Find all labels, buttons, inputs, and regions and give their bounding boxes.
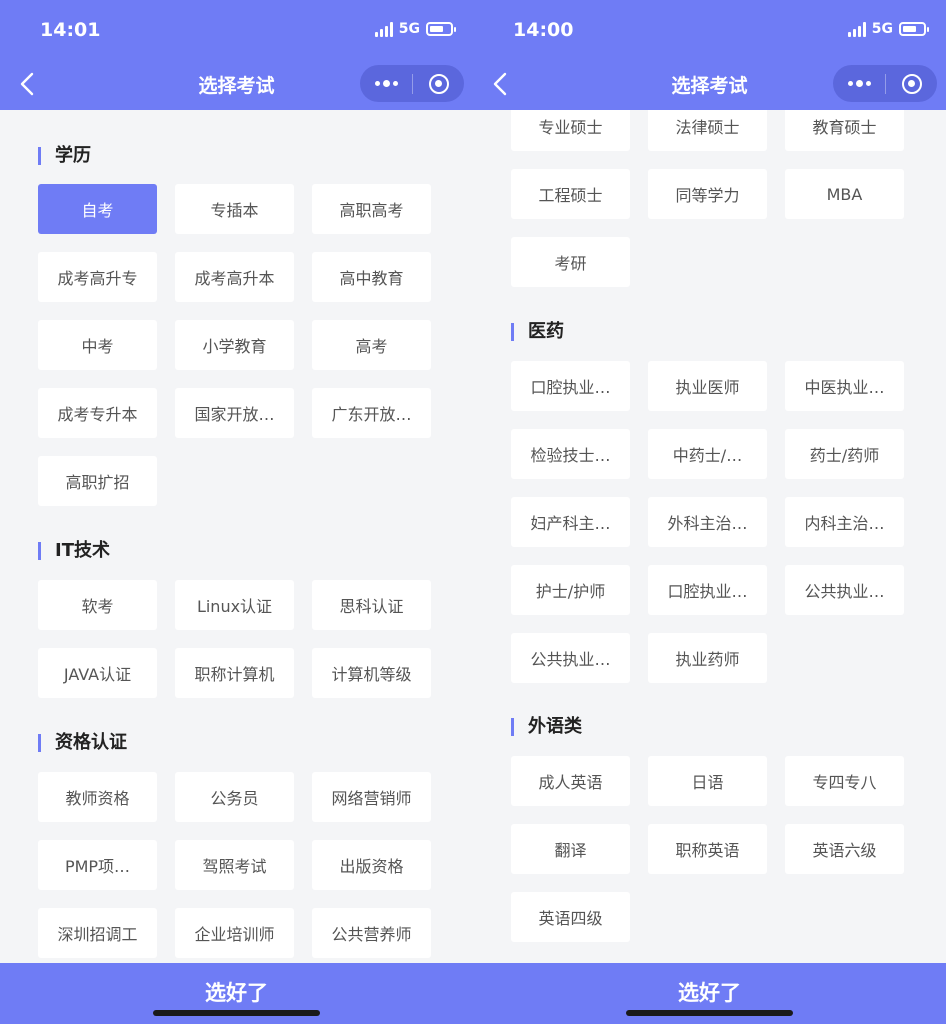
exam-option[interactable]: 企业培训师 — [175, 908, 294, 958]
exam-option[interactable]: 出版资格 — [312, 840, 431, 890]
right-screen: 专业硕士 法律硕士 教育硕士 工程硕士 同等学力 MBA 考研 医药 口腔执业… 执业医师 中医执业… — [473, 0, 946, 1024]
submit-bar[interactable]: 选好了 — [473, 963, 946, 1024]
exam-option[interactable]: 中医执业… — [785, 361, 904, 411]
exam-option[interactable]: 口腔执业… — [648, 565, 767, 615]
left-screen: 14:01 5G 选择考试 学历自考 专插本 高职高考成考高升专 成考高升本 高中教育中… — [0, 0, 473, 1024]
exam-option[interactable]: 口腔执业… — [511, 361, 630, 411]
status-indicators: 5G — [374, 21, 456, 37]
exam-option[interactable]: 职称计算机 — [175, 648, 294, 698]
exam-option[interactable]: 妇产科主… — [511, 497, 630, 547]
status-time: 14:01 — [40, 19, 101, 41]
signal-icon — [847, 21, 866, 37]
exam-option[interactable]: 日语 — [648, 756, 767, 806]
header: 14:01 5G 选择考试 — [0, 0, 473, 110]
exam-option[interactable]: 中药士/… — [648, 429, 767, 479]
exam-option[interactable]: 高考 — [312, 320, 431, 370]
close-target-icon[interactable] — [413, 65, 464, 102]
exam-option[interactable]: 工程硕士 — [511, 169, 630, 219]
home-indicator — [626, 1010, 793, 1016]
exam-option[interactable]: 网络营销师 — [312, 772, 431, 822]
exam-option[interactable]: 高职高考 — [312, 184, 431, 234]
exam-option[interactable]: 执业医师 — [648, 361, 767, 411]
exam-option[interactable]: 药士/药师 — [785, 429, 904, 479]
exam-option[interactable]: 教师资格 — [38, 772, 157, 822]
exam-option[interactable]: 公共执业… — [785, 565, 904, 615]
exam-option[interactable]: 考研 — [511, 237, 630, 287]
mini-program-capsule — [833, 65, 937, 102]
exam-option[interactable]: 职称英语 — [648, 824, 767, 874]
status-indicators: 5G — [847, 21, 929, 37]
exam-option[interactable]: 高中教育 — [312, 252, 431, 302]
exam-option[interactable]: 成考专升本 — [38, 388, 157, 438]
exam-option[interactable]: 翻译 — [511, 824, 630, 874]
exam-option[interactable]: 软考 — [38, 580, 157, 630]
exam-option[interactable]: 成考高升专 — [38, 252, 157, 302]
network-type: 5G — [398, 21, 420, 37]
signal-icon — [374, 21, 393, 37]
exam-option[interactable]: 深圳招调工 — [38, 908, 157, 958]
header: 14:00 5G 选择考试 — [473, 0, 946, 110]
exam-option[interactable]: Linux认证 — [175, 580, 294, 630]
exam-option[interactable]: 高职扩招 — [38, 456, 157, 506]
exam-option[interactable]: 英语四级 — [511, 892, 630, 942]
exam-option[interactable]: 成考高升本 — [175, 252, 294, 302]
exam-option[interactable]: 执业药师 — [648, 633, 767, 683]
exam-option[interactable]: 小学教育 — [175, 320, 294, 370]
exam-option[interactable]: 自考 — [38, 184, 157, 234]
exam-option[interactable]: 公共执业… — [511, 633, 630, 683]
close-target-icon[interactable] — [886, 65, 937, 102]
exam-option[interactable]: 成人英语 — [511, 756, 630, 806]
exam-option[interactable]: 专插本 — [175, 184, 294, 234]
exam-option[interactable]: 中考 — [38, 320, 157, 370]
exam-option[interactable]: 专四专八 — [785, 756, 904, 806]
battery-icon — [899, 22, 929, 36]
exam-option[interactable]: 计算机等级 — [312, 648, 431, 698]
exam-option[interactable]: 检验技士… — [511, 429, 630, 479]
exam-option[interactable]: 同等学力 — [648, 169, 767, 219]
section-title: 学历 — [38, 147, 91, 165]
more-dots-icon[interactable] — [833, 65, 885, 102]
section-title: IT技术 — [38, 542, 110, 560]
section-title: 外语类 — [511, 718, 582, 736]
exam-option[interactable]: 驾照考试 — [175, 840, 294, 890]
exam-option[interactable]: 国家开放… — [175, 388, 294, 438]
mini-program-capsule — [360, 65, 464, 102]
section-title: 资格认证 — [38, 734, 127, 752]
section-title: 医药 — [511, 323, 564, 341]
network-type: 5G — [871, 21, 893, 37]
exam-option[interactable]: 外科主治… — [648, 497, 767, 547]
submit-button-label[interactable]: 选好了 — [473, 977, 946, 1007]
exam-option[interactable]: 广东开放… — [312, 388, 431, 438]
more-dots-icon[interactable] — [360, 65, 412, 102]
exam-option[interactable]: 公共营养师 — [312, 908, 431, 958]
exam-option[interactable]: 护士/护师 — [511, 565, 630, 615]
home-indicator — [153, 1010, 320, 1016]
exam-option[interactable]: MBA — [785, 169, 904, 219]
exam-option[interactable]: 英语六级 — [785, 824, 904, 874]
exam-option[interactable]: JAVA认证 — [38, 648, 157, 698]
battery-icon — [426, 22, 456, 36]
status-time: 14:00 — [513, 19, 574, 41]
exam-option[interactable]: 内科主治… — [785, 497, 904, 547]
exam-option[interactable]: PMP项… — [38, 840, 157, 890]
exam-option[interactable]: 公务员 — [175, 772, 294, 822]
exam-option[interactable]: 思科认证 — [312, 580, 431, 630]
submit-bar[interactable]: 选好了 — [0, 963, 473, 1024]
submit-button-label[interactable]: 选好了 — [0, 977, 473, 1007]
